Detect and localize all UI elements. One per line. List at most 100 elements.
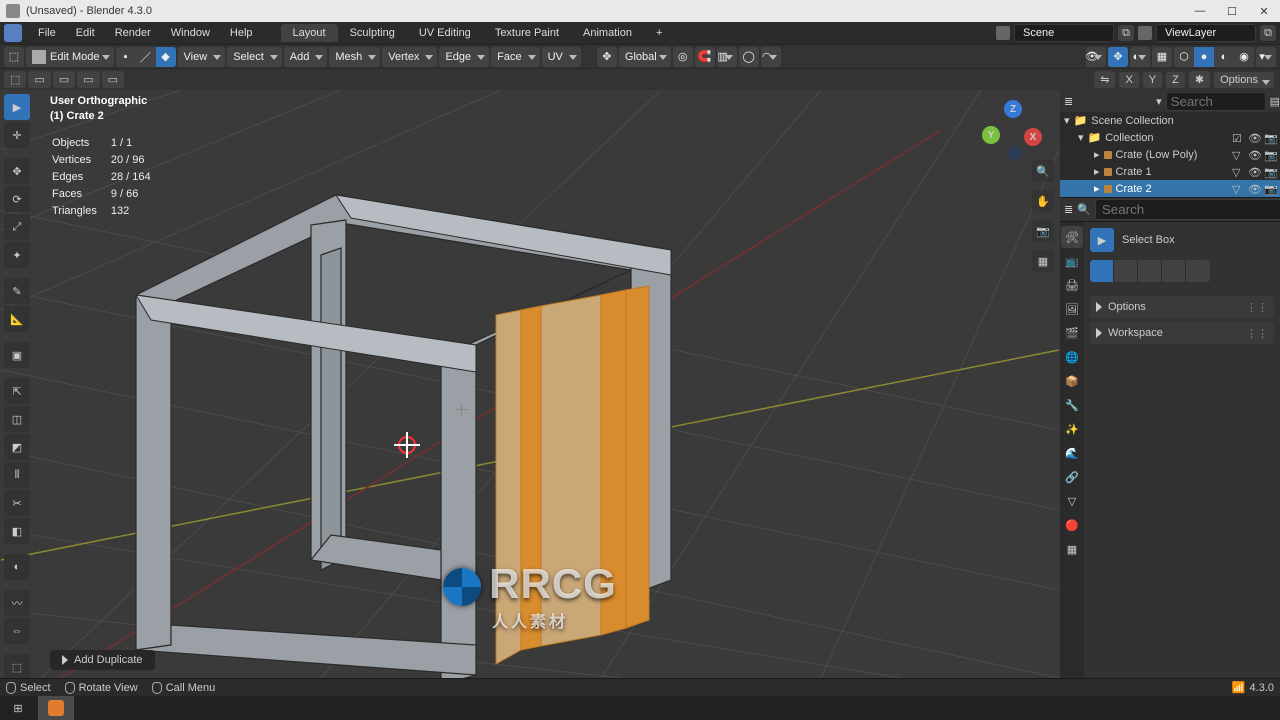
properties-search-input[interactable] [1095, 199, 1280, 220]
tool-settings-icon-2[interactable]: ▭ [53, 71, 75, 88]
outliner-item-crate-1[interactable]: ▸Crate 1 ▽👁📷 [1060, 163, 1280, 180]
hide-icon[interactable]: 👁 [1248, 132, 1260, 144]
header-menu-edge[interactable]: Edge [439, 47, 489, 67]
ptab-render-icon[interactable]: 📺 [1061, 250, 1083, 272]
navigation-gizmo[interactable]: Z Y X [982, 100, 1042, 160]
ptab-output-icon[interactable]: 🖨 [1061, 274, 1083, 296]
tool-cursor-icon[interactable]: ✛ [4, 122, 30, 148]
panel-grip-icon[interactable]: ⋮⋮ [1246, 301, 1268, 314]
ptab-viewlayer-icon[interactable]: 🖼 [1061, 298, 1083, 320]
maximize-button[interactable]: ☐ [1216, 0, 1248, 22]
redo-operator-panel[interactable]: Add Duplicate [50, 650, 155, 670]
zoom-icon[interactable]: 🔍 [1032, 160, 1054, 182]
mesh-data-icon[interactable]: ▽ [1232, 149, 1244, 161]
camera-view-icon[interactable]: 📷 [1032, 220, 1054, 242]
menu-render[interactable]: Render [105, 24, 161, 42]
tool-rotate-icon[interactable]: ⟳ [4, 186, 30, 212]
select-mode-invert-icon[interactable] [1186, 260, 1210, 282]
header-menu-vertex[interactable]: Vertex [382, 47, 437, 67]
gizmo-axis-x-icon[interactable]: X [1024, 128, 1042, 146]
xray-icon[interactable]: ▦ [1152, 47, 1172, 67]
gizmo-axis-y-icon[interactable]: Y [982, 126, 1000, 144]
header-menu-mesh[interactable]: Mesh [329, 47, 380, 67]
tool-spin-icon[interactable]: ◐ [4, 554, 30, 580]
pivot-icon[interactable]: ◎ [673, 47, 693, 67]
panel-workspace[interactable]: Workspace⋮⋮ [1090, 322, 1274, 344]
mirror-axis-y[interactable]: Y [1143, 72, 1162, 88]
outliner-type-icon[interactable]: ≣ [1064, 95, 1073, 108]
header-menu-add[interactable]: Add [284, 47, 328, 67]
workspace-tab-uvediting[interactable]: UV Editing [407, 24, 483, 42]
tool-move-icon[interactable]: ✥ [4, 158, 30, 184]
ptab-modifier-icon[interactable]: 🔧 [1061, 394, 1083, 416]
proportional-edit-icon[interactable]: ◯ [739, 47, 759, 67]
tool-inset-icon[interactable]: ◫ [4, 406, 30, 432]
proportional-falloff-icon[interactable]: ◠ [761, 47, 781, 67]
menu-edit[interactable]: Edit [66, 24, 105, 42]
disable-render-icon[interactable]: 📷 [1264, 183, 1276, 195]
tool-addcube-icon[interactable]: ▣ [4, 342, 30, 368]
editor-type-icon[interactable]: ⬚ [4, 47, 24, 67]
edge-select-icon[interactable]: ／ [136, 47, 156, 67]
tool-smooth-icon[interactable]: 〰 [4, 590, 30, 616]
tool-edgeslide-icon[interactable]: ⇔ [4, 618, 30, 644]
disable-render-icon[interactable]: 📷 [1264, 149, 1276, 161]
header-menu-face[interactable]: Face [491, 47, 539, 67]
ptab-physics-icon[interactable]: 🌊 [1061, 442, 1083, 464]
workspace-tab-add[interactable]: + [644, 24, 674, 42]
select-mode-intersect-icon[interactable] [1162, 260, 1186, 282]
mesh-data-icon[interactable]: ▽ [1232, 183, 1244, 195]
close-button[interactable]: ✕ [1248, 0, 1280, 22]
disable-render-icon[interactable]: 📷 [1264, 132, 1276, 144]
panel-options[interactable]: Options⋮⋮ [1090, 296, 1274, 318]
select-mode-extend-icon[interactable] [1114, 260, 1138, 282]
hide-icon[interactable]: 👁 [1248, 149, 1260, 161]
mesh-display-icon[interactable]: 👁 [1086, 47, 1106, 67]
tool-shrink-icon[interactable]: ⬚ [4, 654, 30, 678]
tool-annotate-icon[interactable]: ✎ [4, 278, 30, 304]
menu-help[interactable]: Help [220, 24, 263, 42]
mirror-axis-z[interactable]: Z [1166, 72, 1185, 88]
disable-render-icon[interactable]: 📷 [1264, 166, 1276, 178]
taskbar-blender-icon[interactable] [38, 696, 74, 720]
mirror-icon[interactable]: ⇋ [1094, 71, 1115, 88]
workspace-tab-texturepaint[interactable]: Texture Paint [483, 24, 571, 42]
menu-file[interactable]: File [28, 24, 66, 42]
header-menu-select[interactable]: Select [227, 47, 282, 67]
hide-icon[interactable]: 👁 [1248, 183, 1260, 195]
select-mode-set-icon[interactable] [1090, 260, 1114, 282]
face-select-icon[interactable]: ◆ [156, 47, 176, 67]
gizmo-axis-negz-icon[interactable] [1008, 146, 1022, 160]
select-mode-subtract-icon[interactable] [1138, 260, 1162, 282]
mesh-data-icon[interactable]: ▽ [1232, 166, 1244, 178]
ptab-scene-icon[interactable]: 🎬 [1061, 322, 1083, 344]
workspace-tab-layout[interactable]: Layout [281, 24, 338, 42]
snap-options-icon[interactable]: ▥ [717, 47, 737, 67]
transform-orientation-icon[interactable]: ✥ [597, 47, 617, 67]
outliner-item-crate-lowpoly[interactable]: ▸Crate (Low Poly) ▽👁📷 [1060, 146, 1280, 163]
scene-new-icon[interactable]: ⧉ [1118, 25, 1134, 41]
ptab-material-icon[interactable]: 🔴 [1061, 514, 1083, 536]
tool-polybuild-icon[interactable]: ◧ [4, 518, 30, 544]
transform-orientation-dropdown[interactable]: Global [619, 47, 671, 67]
outliner-root[interactable]: ▾📁Scene Collection [1060, 112, 1280, 129]
toggle-persp-icon[interactable]: ▦ [1032, 250, 1054, 272]
tool-measure-icon[interactable]: 📐 [4, 306, 30, 332]
minimize-button[interactable]: — [1184, 0, 1216, 22]
tool-bevel-icon[interactable]: ◩ [4, 434, 30, 460]
mode-dropdown[interactable]: Edit Mode [26, 47, 114, 67]
select-box-icon[interactable]: ⬚ [4, 71, 26, 88]
viewport-3d[interactable]: ▶ ✛ ✥ ⟳ ⤢ ✦ ✎ 📐 ▣ ⇱ ◫ ◩ ⦀ ✂ ◧ ◐ 〰 ⇔ ⬚ [0, 90, 1060, 678]
ptab-constraints-icon[interactable]: 🔗 [1061, 466, 1083, 488]
tool-select-box-icon[interactable]: ▶ [4, 94, 30, 120]
outliner-item-collection[interactable]: ▾📁Collection ☑👁📷 [1060, 129, 1280, 146]
ptab-data-icon[interactable]: ▽ [1061, 490, 1083, 512]
ptab-particles-icon[interactable]: ✨ [1061, 418, 1083, 440]
overlays-icon[interactable]: ◐ [1130, 47, 1150, 67]
snap-icon[interactable]: 🧲 [695, 47, 715, 67]
outliner-item-crate-2[interactable]: ▸Crate 2 ▽👁📷 [1060, 180, 1280, 197]
tool-scale-icon[interactable]: ⤢ [4, 214, 30, 240]
ptab-tool-icon[interactable]: 🛠 [1061, 226, 1083, 248]
automerge-icon[interactable]: ✱ [1189, 71, 1210, 88]
pan-icon[interactable]: ✋ [1032, 190, 1054, 212]
